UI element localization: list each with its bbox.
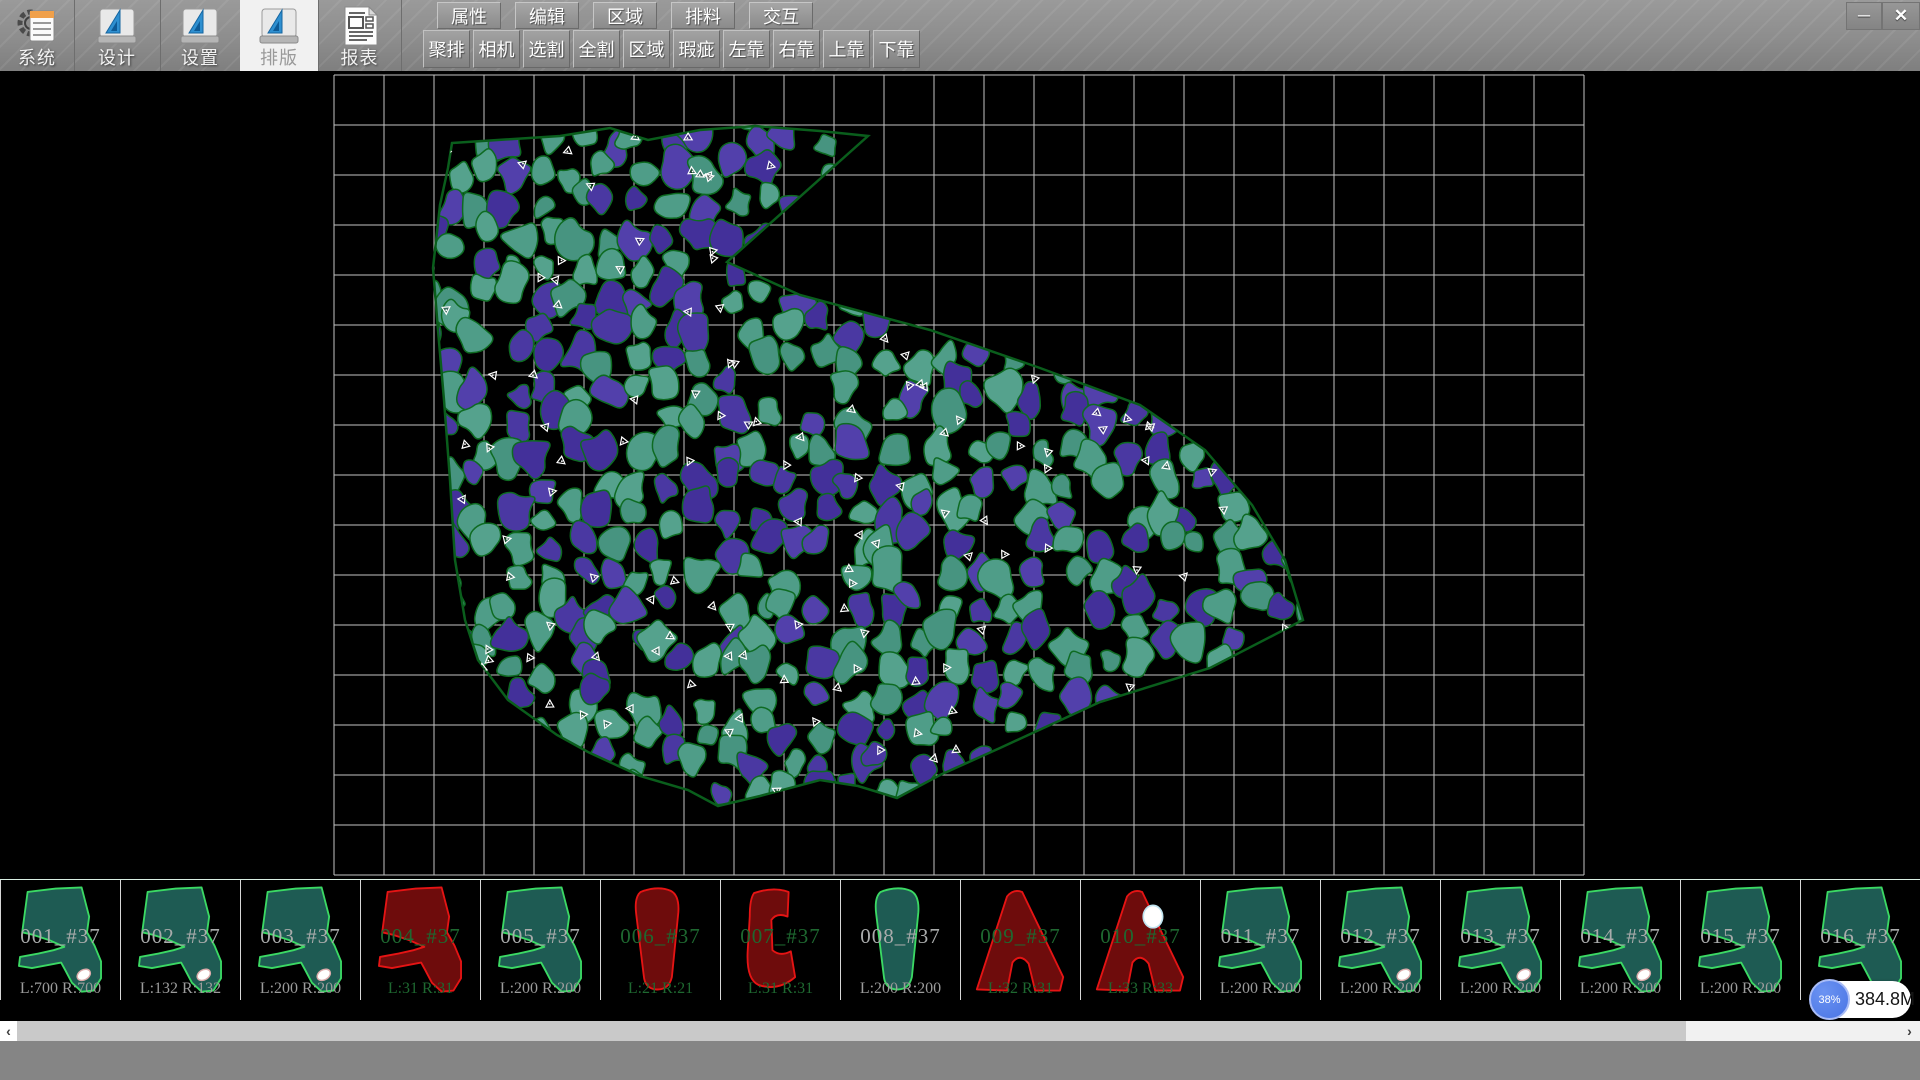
part-id-label: 005_#37 bbox=[481, 924, 600, 949]
scrollbar-thumb[interactable] bbox=[17, 1021, 1686, 1041]
memory-value: 384.8M bbox=[1855, 981, 1915, 1018]
horizontal-scrollbar[interactable]: ‹ › bbox=[0, 1021, 1920, 1041]
part-thumbnail-8[interactable]: 008_#37 L:200 R:200 bbox=[841, 880, 961, 1000]
part-id-label: 003_#37 bbox=[241, 924, 360, 949]
part-lr-count: L:200 R:200 bbox=[1321, 980, 1440, 998]
menu-row-main: 属性编辑区域排料交互 bbox=[437, 2, 827, 29]
memory-badge: 38% 384.8M bbox=[1811, 981, 1911, 1018]
menu-item-4[interactable]: 交互 bbox=[749, 2, 813, 29]
tool-button-9[interactable]: 下靠 bbox=[873, 30, 920, 68]
minimize-button[interactable]: ─ bbox=[1846, 2, 1882, 30]
progress-percent: 38% bbox=[1818, 994, 1840, 1006]
nested-pieces bbox=[392, 82, 1343, 851]
window-bottom-frame bbox=[0, 1041, 1920, 1080]
part-id-label: 006_#37 bbox=[601, 924, 720, 949]
part-lr-count: L:21 R:21 bbox=[601, 980, 720, 998]
tool-button-4[interactable]: 区域 bbox=[623, 30, 670, 68]
part-lr-count: L:700 R:700 bbox=[1, 980, 120, 998]
menu-item-3[interactable]: 排料 bbox=[671, 2, 735, 29]
launcher-settings-button[interactable]: 设置 bbox=[160, 0, 241, 71]
part-thumbnail-6[interactable]: 006_#37 L:21 R:21 bbox=[601, 880, 721, 1000]
part-id-label: 012_#37 bbox=[1321, 924, 1440, 949]
tool-button-7[interactable]: 右靠 bbox=[773, 30, 820, 68]
part-id-label: 011_#37 bbox=[1201, 924, 1320, 949]
launcher-label: 设计 bbox=[74, 44, 160, 70]
tool-button-3[interactable]: 全割 bbox=[573, 30, 620, 68]
part-id-label: 016_#37 bbox=[1801, 924, 1920, 949]
tool-button-1[interactable]: 相机 bbox=[473, 30, 520, 68]
nesting-canvas[interactable] bbox=[0, 71, 1920, 879]
part-lr-count: L:32 R:31 bbox=[961, 980, 1080, 998]
part-thumbnail-9[interactable]: 009_#37 L:32 R:31 bbox=[961, 880, 1081, 1000]
part-id-label: 010_#37 bbox=[1081, 924, 1200, 949]
tool-button-8[interactable]: 上靠 bbox=[823, 30, 870, 68]
launcher-label: 系统 bbox=[0, 44, 74, 70]
part-lr-count: L:200 R:200 bbox=[1441, 980, 1560, 998]
part-id-label: 001_#37 bbox=[1, 924, 120, 949]
scroll-left-icon[interactable]: ‹ bbox=[0, 1021, 17, 1041]
part-id-label: 015_#37 bbox=[1681, 924, 1800, 949]
nesting-drawing bbox=[0, 71, 1920, 879]
launcher-label: 设置 bbox=[160, 44, 240, 70]
part-thumbnail-10[interactable]: 010_#37 L:33 R:33 bbox=[1081, 880, 1201, 1000]
part-thumbnail-7[interactable]: 007_#37 L:31 R:31 bbox=[721, 880, 841, 1000]
part-id-label: 013_#37 bbox=[1441, 924, 1560, 949]
part-lr-count: L:31 R:31 bbox=[721, 980, 840, 998]
part-thumbnail-13[interactable]: 013_#37 L:200 R:200 bbox=[1441, 880, 1561, 1000]
launcher-label: 排版 bbox=[240, 44, 318, 70]
tool-button-6[interactable]: 左靠 bbox=[723, 30, 770, 68]
progress-circle: 38% bbox=[1809, 979, 1850, 1020]
launcher-report-button[interactable]: 报表 bbox=[318, 0, 402, 71]
parts-cells: 001_#37L:700 R:700002_#37L:132 R:132003_… bbox=[0, 879, 1920, 1001]
part-thumbnail-5[interactable]: 005_#37 L:200 R:200 bbox=[481, 880, 601, 1000]
menu-item-2[interactable]: 区域 bbox=[593, 2, 657, 29]
menu-row-tools: 聚排相机选割全割区域瑕疵左靠右靠上靠下靠 bbox=[423, 30, 923, 68]
part-thumbnail-1[interactable]: 001_#37 L:700 R:700 bbox=[0, 880, 121, 1000]
part-thumbnail-11[interactable]: 011_#37 L:200 R:200 bbox=[1201, 880, 1321, 1000]
part-lr-count: L:200 R:200 bbox=[1201, 980, 1320, 998]
launcher-system-button[interactable]: 系统 bbox=[0, 0, 75, 71]
part-id-label: 007_#37 bbox=[721, 924, 840, 949]
menu-item-0[interactable]: 属性 bbox=[437, 2, 501, 29]
part-thumbnail-14[interactable]: 014_#37 L:200 R:200 bbox=[1561, 880, 1681, 1000]
top-toolbar: 系统设计设置排版报表 属性编辑区域排料交互 聚排相机选割全割区域瑕疵左靠右靠上靠… bbox=[0, 0, 1920, 72]
part-thumbnail-2[interactable]: 002_#37 L:132 R:132 bbox=[121, 880, 241, 1000]
launcher-label: 报表 bbox=[318, 44, 401, 70]
part-lr-count: L:200 R:200 bbox=[841, 980, 960, 998]
part-lr-count: L:33 R:33 bbox=[1081, 980, 1200, 998]
part-lr-count: L:31 R:31 bbox=[361, 980, 480, 998]
scroll-right-icon[interactable]: › bbox=[1901, 1021, 1918, 1041]
part-lr-count: L:200 R:200 bbox=[481, 980, 600, 998]
menu-item-1[interactable]: 编辑 bbox=[515, 2, 579, 29]
part-lr-count: L:200 R:200 bbox=[241, 980, 360, 998]
part-id-label: 014_#37 bbox=[1561, 924, 1680, 949]
tool-button-5[interactable]: 瑕疵 bbox=[673, 30, 720, 68]
tool-button-0[interactable]: 聚排 bbox=[423, 30, 470, 68]
part-lr-count: L:132 R:132 bbox=[121, 980, 240, 998]
part-id-label: 004_#37 bbox=[361, 924, 480, 949]
part-thumbnail-12[interactable]: 012_#37 L:200 R:200 bbox=[1321, 880, 1441, 1000]
launcher-design-button[interactable]: 设计 bbox=[74, 0, 161, 71]
part-id-label: 009_#37 bbox=[961, 924, 1080, 949]
close-button[interactable]: ✕ bbox=[1882, 2, 1920, 30]
part-thumbnail-15[interactable]: 015_#37 L:200 R:200 bbox=[1681, 880, 1801, 1000]
part-thumbnail-4[interactable]: 004_#37 L:31 R:31 bbox=[361, 880, 481, 1000]
tool-button-2[interactable]: 选割 bbox=[523, 30, 570, 68]
part-id-label: 002_#37 bbox=[121, 924, 240, 949]
launcher-layout-button[interactable]: 排版 bbox=[240, 0, 319, 71]
part-lr-count: L:200 R:200 bbox=[1681, 980, 1800, 998]
part-id-label: 008_#37 bbox=[841, 924, 960, 949]
part-lr-count: L:200 R:200 bbox=[1561, 980, 1680, 998]
part-thumbnail-3[interactable]: 003_#37 L:200 R:200 bbox=[241, 880, 361, 1000]
parts-strip: 001_#37L:700 R:700002_#37L:132 R:132003_… bbox=[0, 879, 1920, 1021]
